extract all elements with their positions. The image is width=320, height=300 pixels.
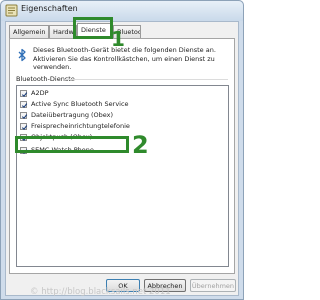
properties-icon	[5, 4, 18, 17]
annotation-number-2: 2	[132, 131, 149, 159]
services-description: Dieses Bluetooth-Gerät bietet die folgen…	[33, 46, 216, 71]
service-item-freisprech[interactable]: Freisprecheinrichtungtelefonie	[20, 122, 225, 132]
check-icon	[21, 103, 28, 109]
check-icon	[21, 114, 28, 120]
apply-button[interactable]: Übernehmen	[190, 279, 236, 292]
service-label: Active Sync Bluetooth Service	[31, 100, 129, 108]
window-title: Eigenschaften	[21, 4, 78, 13]
service-checkbox[interactable]	[20, 123, 28, 131]
service-item-active-sync[interactable]: Active Sync Bluetooth Service	[20, 100, 225, 110]
service-checkbox[interactable]	[20, 112, 28, 120]
bluetooth-icon	[18, 48, 26, 62]
services-panel: Dieses Bluetooth-Gerät bietet die folgen…	[9, 38, 235, 274]
tab-allgemein[interactable]: Allgemein	[9, 25, 49, 38]
group-divider	[65, 79, 228, 80]
check-icon	[21, 125, 28, 131]
check-icon	[21, 92, 28, 98]
title-bar: Eigenschaften	[1, 1, 243, 21]
dialog-body: Allgemein Hardware Dienste Bluetooth Die…	[5, 21, 239, 296]
service-checkbox[interactable]	[20, 90, 28, 98]
service-item-dateiuebertragung[interactable]: Dateiübertragung (Obex)	[20, 111, 225, 121]
service-checkbox[interactable]	[20, 101, 28, 109]
properties-window: Eigenschaften Allgemein Hardware Dienste…	[0, 0, 244, 300]
annotation-number-1: 1	[111, 27, 125, 51]
highlight-box-dienste-tab	[73, 17, 113, 39]
watermark-text: © http://blog.blacksails.net 2011	[30, 287, 171, 297]
service-label: Dateiübertragung (Obex)	[31, 111, 114, 119]
service-item-a2dp[interactable]: A2DP	[20, 89, 225, 99]
highlight-box-semc-watch-phone	[15, 136, 129, 153]
service-label: Freisprecheinrichtungtelefonie	[31, 122, 130, 130]
service-label: A2DP	[31, 89, 49, 97]
services-list[interactable]: A2DP Active Sync Bluetooth Service Datei…	[16, 85, 229, 267]
